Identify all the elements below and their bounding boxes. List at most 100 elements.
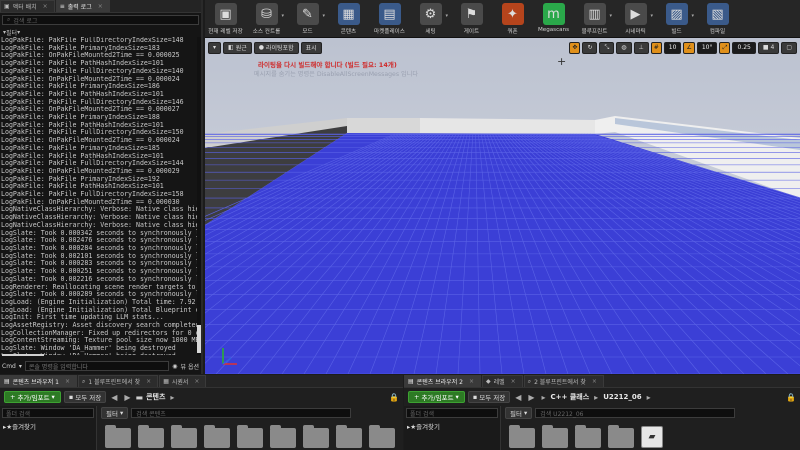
favorites-section[interactable]: ▸★즐겨찾기 bbox=[407, 421, 440, 431]
tab-place-actors[interactable]: ▣ 액터 배치 × bbox=[0, 0, 55, 12]
show-flags-button[interactable]: 표시 bbox=[300, 41, 322, 54]
log-search-input[interactable]: ⌕ 검색 로그 bbox=[2, 15, 199, 25]
console-command-input[interactable]: 콘솔 명령을 입력합니다 bbox=[24, 361, 170, 371]
chevron-down-icon[interactable]: ▾ bbox=[281, 13, 284, 19]
close-icon[interactable]: × bbox=[43, 3, 48, 10]
content-search-input[interactable]: 검색 콘텐츠 bbox=[131, 408, 352, 418]
path-chevron-icon[interactable]: ▸ bbox=[540, 393, 548, 402]
forward-arrow-icon[interactable]: ▶ bbox=[122, 393, 132, 402]
favorites-section[interactable]: ▸★즐겨찾기 bbox=[3, 421, 36, 431]
forward-arrow-icon[interactable]: ▶ bbox=[526, 393, 536, 402]
toolbar-button-coupon[interactable]: ✦ 쿼폰 bbox=[492, 0, 533, 38]
path-cpp-classes[interactable]: C++ 클래스 bbox=[551, 392, 590, 402]
translate-tool-button[interactable]: ✥ bbox=[569, 41, 581, 54]
cb1-folder-icon[interactable] bbox=[138, 425, 164, 448]
save-all-button[interactable]: ▪ 모두 저장 bbox=[63, 391, 107, 403]
close-icon[interactable]: × bbox=[469, 378, 474, 385]
cb1-folder-icon[interactable] bbox=[237, 425, 263, 448]
rotation-snap-toggle[interactable]: ∠ bbox=[683, 41, 695, 54]
world-space-button[interactable]: ◍ bbox=[616, 41, 632, 54]
path-chevron-icon[interactable]: ▸ bbox=[592, 393, 600, 402]
tab-output-log[interactable]: ≡ 출력 로그 × bbox=[55, 0, 110, 12]
toolbar-button-gate[interactable]: ⚑ 게이트 bbox=[451, 0, 492, 38]
level-viewport[interactable]: ▾ ◧ 원근 ● 라이팅포함 표시 ✥ ↻ ⤡ ◍ ⊥ # 10 ∠ 10° ⤢ 0… bbox=[205, 38, 800, 374]
maximize-viewport-button[interactable]: ▢ bbox=[781, 41, 797, 54]
filter-button[interactable]: 필터 ▾ bbox=[505, 407, 533, 419]
tab-content-browser-2[interactable]: ▤ 콘텐츠 브라우저 2 × bbox=[404, 375, 481, 387]
camera-speed-button[interactable]: ■ 4 bbox=[757, 41, 780, 54]
log-filter-row[interactable]: ▾ 필터 ▾ bbox=[0, 27, 201, 37]
path-chevron-icon[interactable]: ▸ bbox=[645, 393, 653, 402]
cb2-folder-icon[interactable] bbox=[509, 425, 535, 448]
perspective-button[interactable]: ◧ 원근 bbox=[223, 41, 252, 54]
path-chevron-icon[interactable]: ▸ bbox=[168, 393, 176, 402]
close-icon[interactable]: × bbox=[194, 378, 199, 385]
toolbar-button-compile[interactable]: ▧ 컴파일 bbox=[697, 0, 738, 38]
back-arrow-icon[interactable]: ◀ bbox=[109, 393, 119, 402]
toolbar-button-settings[interactable]: ⚙ 세팅 ▾ bbox=[410, 0, 451, 38]
chevron-down-icon[interactable]: ▾ bbox=[322, 13, 325, 19]
tab-sequencer[interactable]: ▦ 시퀀서 × bbox=[159, 375, 207, 387]
log-scrollbar[interactable] bbox=[197, 37, 201, 355]
cb2-folder-icon[interactable] bbox=[542, 425, 568, 448]
rotation-snap-value[interactable]: 10° bbox=[696, 41, 718, 54]
cb1-folder-icon[interactable] bbox=[369, 425, 395, 448]
log-scroll-thumb[interactable] bbox=[197, 325, 201, 353]
scale-tool-button[interactable]: ⤡ bbox=[599, 41, 615, 54]
chevron-down-icon[interactable]: ▾ bbox=[609, 13, 612, 19]
tab-find-in-blueprints-1[interactable]: ⌕ 1 블루프린트에서 찾 × bbox=[77, 375, 159, 387]
close-icon[interactable]: × bbox=[592, 378, 597, 385]
tab-content-browser-1[interactable]: ▤ 콘텐츠 브라우저 1 × bbox=[0, 375, 77, 387]
lock-icon[interactable]: 🔒 bbox=[389, 393, 399, 402]
scale-snap-value[interactable]: 0.25 bbox=[732, 41, 756, 54]
filter-button[interactable]: 필터 ▾ bbox=[101, 407, 129, 419]
cb1-folder-icon[interactable] bbox=[336, 425, 362, 448]
path-u2212-06[interactable]: U2212_06 bbox=[603, 393, 641, 401]
cb1-folder-icon[interactable] bbox=[105, 425, 131, 448]
chevron-down-icon[interactable]: ▾ bbox=[691, 13, 694, 19]
close-icon[interactable]: × bbox=[98, 3, 103, 10]
toolbar-button-blueprint[interactable]: ▥ 블루프린트 ▾ bbox=[574, 0, 615, 38]
grid-snap-toggle[interactable]: # bbox=[650, 41, 662, 54]
lighting-mode-button[interactable]: ● 라이팅포함 bbox=[253, 41, 299, 54]
close-icon[interactable]: × bbox=[146, 378, 151, 385]
close-icon[interactable]: × bbox=[65, 378, 70, 385]
view-options-button[interactable]: 뷰 옵션 bbox=[181, 362, 199, 371]
toolbar-button-cinematics[interactable]: ▶ 시네마틱 ▾ bbox=[615, 0, 656, 38]
toolbar-button-save[interactable]: ▣ 현재 레벨 저장 bbox=[205, 0, 246, 38]
path-content[interactable]: 콘텐츠 bbox=[146, 392, 165, 402]
cb1-folder-icon[interactable] bbox=[303, 425, 329, 448]
toolbar-button-content[interactable]: ▦ 콘텐츠 bbox=[328, 0, 369, 38]
toolbar-button-marketplace[interactable]: ▤ 마켓플레이스 bbox=[369, 0, 410, 38]
folder-search-input[interactable]: 폴더 검색 bbox=[406, 408, 498, 418]
tab-find-in-blueprints-2[interactable]: ⌕ 2 블루프린트에서 찾 × bbox=[523, 375, 604, 387]
add-import-button[interactable]: + 추가/임포트 ▾ bbox=[408, 391, 465, 403]
cb2-folder-icon[interactable] bbox=[608, 425, 634, 448]
folder-search-input[interactable]: 폴더 검색 bbox=[2, 408, 94, 418]
tab-levels[interactable]: ◆ 레벨 × bbox=[481, 375, 523, 387]
content-search-input[interactable]: 검색 U2212_06 bbox=[535, 408, 736, 418]
grid-snap-value[interactable]: 10 bbox=[663, 41, 682, 54]
cb1-folder-icon[interactable] bbox=[204, 425, 230, 448]
cb1-folder-icon[interactable] bbox=[270, 425, 296, 448]
toolbar-button-megascans[interactable]: m Megascans bbox=[533, 0, 574, 38]
cmd-label[interactable]: Cmd bbox=[2, 363, 16, 370]
back-arrow-icon[interactable]: ◀ bbox=[513, 393, 523, 402]
add-import-button[interactable]: + 추가/임포트 ▾ bbox=[4, 391, 61, 403]
chevron-down-icon[interactable]: ▾ bbox=[445, 13, 448, 19]
toolbar-button-source-control[interactable]: ⛁ 소스 컨트롤 ▾ bbox=[246, 0, 287, 38]
cb2-folder-icon[interactable] bbox=[575, 425, 601, 448]
lock-icon[interactable]: 🔒 bbox=[786, 393, 796, 402]
chevron-down-icon[interactable]: ▾ bbox=[650, 13, 653, 19]
log-horizontal-scroll-thumb[interactable] bbox=[2, 354, 44, 356]
cb1-folder-icon[interactable] bbox=[171, 425, 197, 448]
rotate-tool-button[interactable]: ↻ bbox=[582, 41, 598, 54]
scale-snap-toggle[interactable]: ⤢ bbox=[719, 41, 731, 54]
close-icon[interactable]: × bbox=[511, 378, 516, 385]
cpp-class-thumbnail-icon[interactable]: ▰ bbox=[641, 426, 663, 448]
toolbar-button-modes[interactable]: ✎ 모드 ▾ bbox=[287, 0, 328, 38]
toolbar-button-build[interactable]: ▨ 빌드 ▾ bbox=[656, 0, 697, 38]
save-all-button[interactable]: ▪ 모두 저장 bbox=[467, 391, 511, 403]
viewport-options-button[interactable]: ▾ bbox=[208, 41, 222, 54]
chevron-down-icon[interactable]: ▾ bbox=[19, 363, 22, 370]
